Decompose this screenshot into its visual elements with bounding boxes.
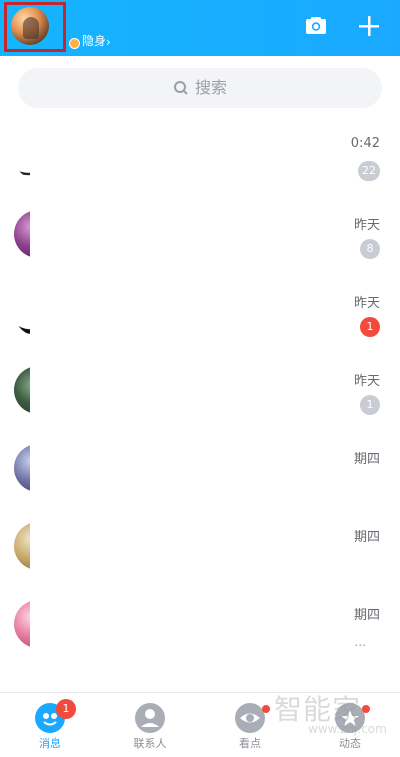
top-bar: 隐身 ›: [0, 0, 400, 56]
chat-item[interactable]: 期四 ...: [0, 586, 400, 664]
tab-messages[interactable]: 1 消息: [0, 693, 100, 757]
chat-time: 昨天: [353, 218, 380, 233]
tab-label: 联系人: [133, 737, 167, 750]
chat-item[interactable]: 昨天 1: [0, 352, 400, 430]
chat-item[interactable]: 期四: [0, 508, 400, 586]
chevron-right-icon[interactable]: ›: [106, 36, 111, 48]
chat-item[interactable]: 期四: [0, 430, 400, 508]
search-bar[interactable]: 搜索: [18, 68, 382, 108]
chat-time: 期四: [353, 608, 380, 623]
unread-badge: 8: [360, 239, 380, 259]
content-mask: [30, 118, 350, 196]
watermark: 智能家 www.znj.com: [274, 688, 394, 748]
message-preview-ellipsis: ...: [354, 635, 366, 649]
unread-badge: 22: [358, 161, 380, 181]
plus-icon: [359, 16, 379, 36]
chat-time: 昨天: [353, 374, 380, 389]
content-mask: [30, 430, 350, 508]
online-status-dot: [69, 38, 80, 49]
chat-time: 0:42: [350, 136, 380, 151]
content-mask: [30, 196, 350, 274]
chat-time: 昨天: [353, 296, 380, 311]
chat-item[interactable]: 昨天 8: [0, 196, 400, 274]
contacts-glyph: [136, 704, 164, 732]
content-mask: [30, 274, 350, 352]
camera-icon: [306, 17, 326, 34]
add-button[interactable]: [357, 14, 381, 38]
chat-item[interactable]: 0:42 22: [0, 118, 400, 196]
watermark-url: www.znj.com: [308, 722, 387, 736]
notification-dot: [262, 705, 270, 713]
search-inner: 搜索: [173, 80, 227, 96]
tab-label: 消息: [39, 737, 61, 750]
profile-avatar[interactable]: [11, 7, 49, 45]
content-mask: [30, 586, 350, 664]
tab-contacts[interactable]: 联系人: [100, 693, 200, 757]
contacts-icon: [135, 703, 165, 733]
chat-time: 期四: [353, 530, 380, 545]
search-placeholder: 搜索: [194, 78, 228, 97]
unread-badge: 1: [360, 395, 380, 415]
eye-icon: [235, 703, 265, 733]
online-status-label[interactable]: 隐身: [82, 34, 106, 48]
content-mask: [30, 508, 350, 586]
search-icon: [173, 81, 188, 95]
content-mask: [30, 352, 350, 430]
unread-badge: 1: [360, 317, 380, 337]
camera-button[interactable]: [304, 14, 328, 38]
chat-time: 期四: [353, 452, 380, 467]
eye-glyph: [236, 704, 264, 732]
chat-item[interactable]: 昨天 1: [0, 274, 400, 352]
messages-badge: 1: [56, 699, 76, 719]
